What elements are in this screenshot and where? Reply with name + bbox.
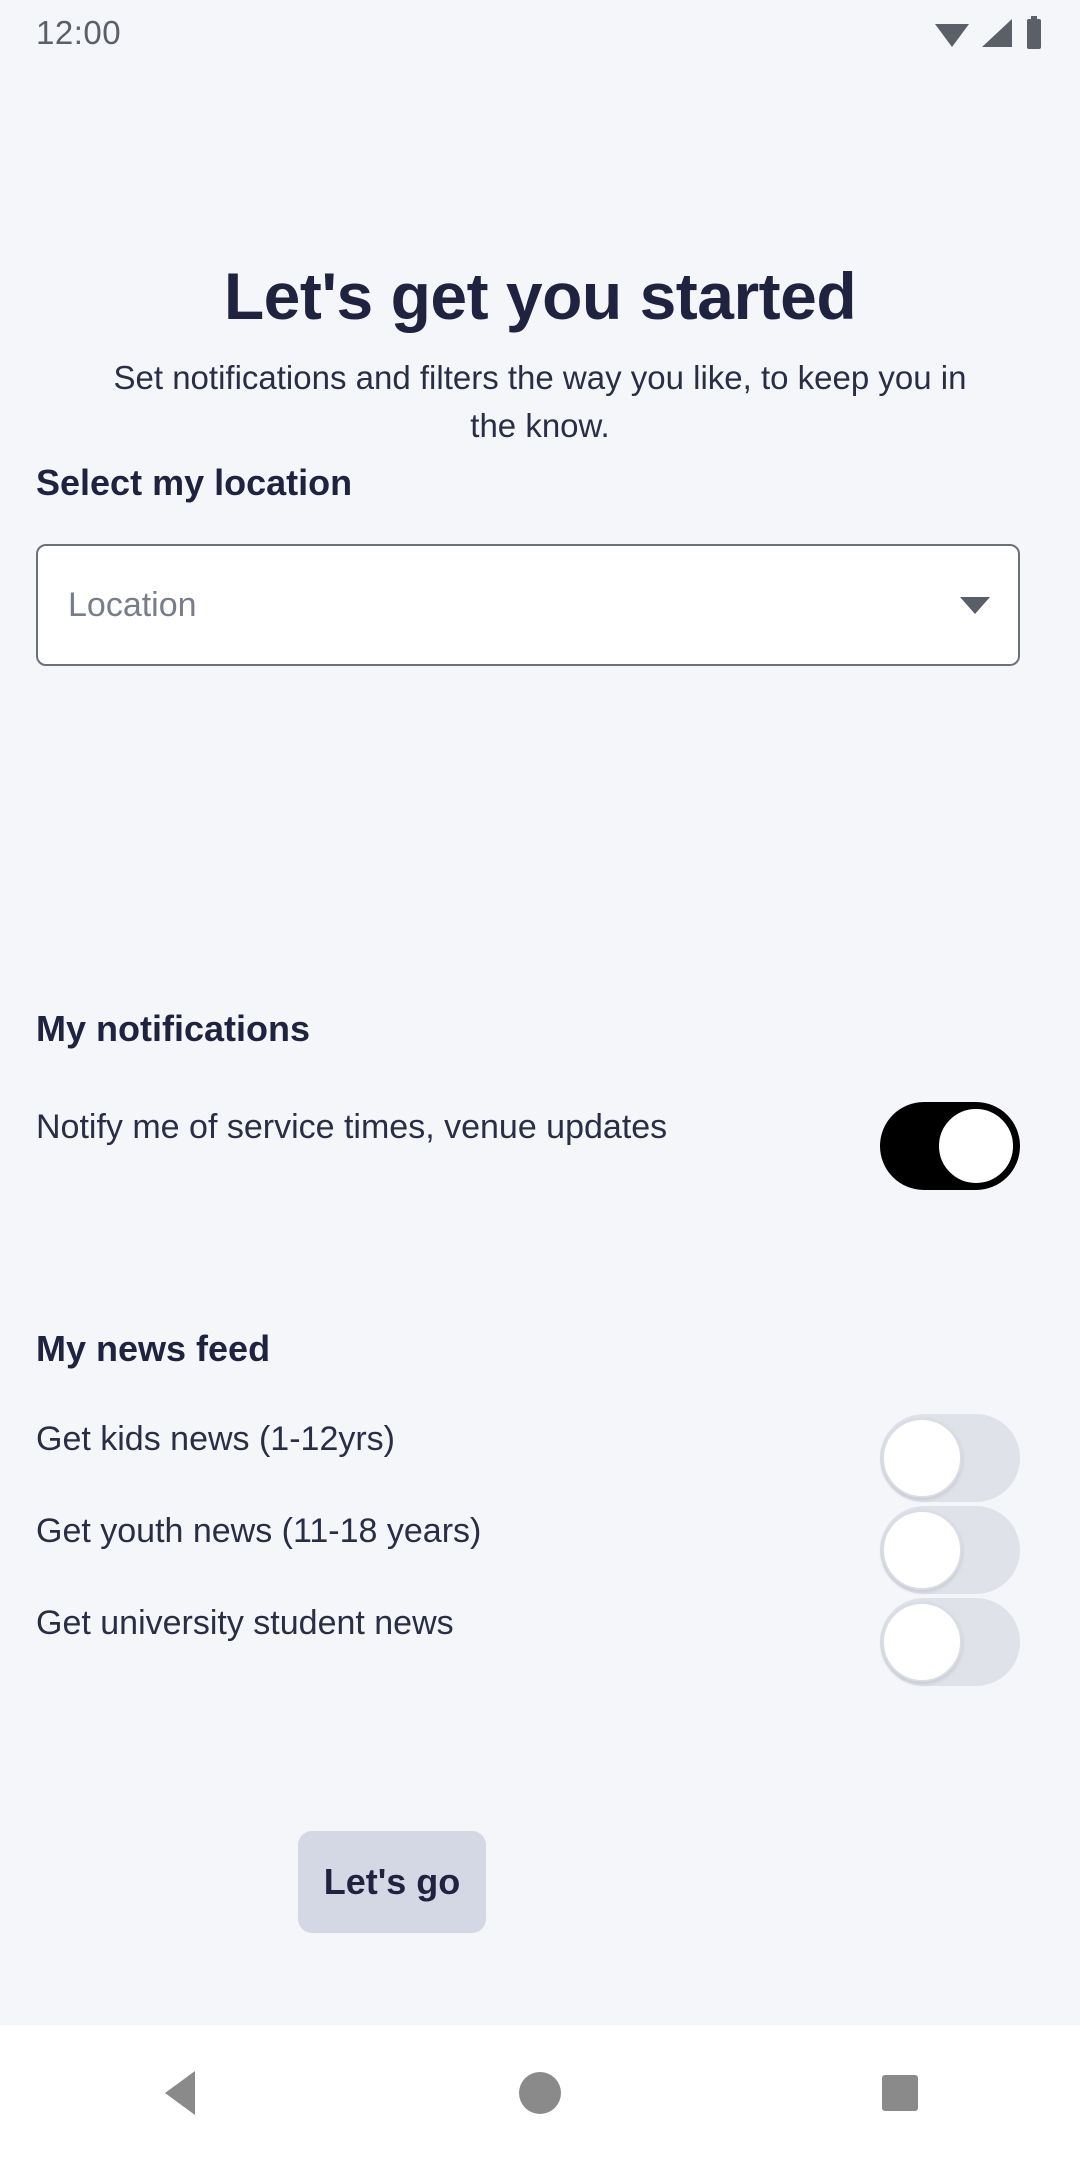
signal-icon bbox=[980, 17, 1014, 49]
setting-row-youth-news: Get youth news (11-18 years) bbox=[36, 1506, 1020, 1594]
nav-recents-button[interactable] bbox=[840, 2025, 960, 2160]
toggle-university-news[interactable] bbox=[880, 1598, 1020, 1686]
home-circle-icon bbox=[519, 2071, 561, 2114]
setting-label: Get kids news (1-12yrs) bbox=[36, 1420, 395, 1458]
nav-home-button[interactable] bbox=[480, 2025, 600, 2160]
wifi-icon bbox=[934, 17, 970, 49]
toggle-thumb bbox=[882, 1602, 962, 1682]
setting-row-service-times: Notify me of service times, venue update… bbox=[36, 1102, 1020, 1190]
setting-row-kids-news: Get kids news (1-12yrs) bbox=[36, 1414, 1020, 1502]
chevron-down-icon bbox=[960, 596, 990, 614]
toggle-thumb bbox=[882, 1418, 962, 1498]
status-bar-clock: 12:00 bbox=[36, 14, 122, 51]
setting-row-university-news: Get university student news bbox=[36, 1598, 1020, 1686]
status-bar-icons bbox=[934, 16, 1044, 50]
setting-label: Notify me of service times, venue update… bbox=[36, 1108, 668, 1146]
section-heading-news-feed: My news feed bbox=[36, 1328, 271, 1369]
back-triangle-icon bbox=[165, 2070, 195, 2115]
page-title: Let's get you started bbox=[223, 259, 857, 334]
battery-icon bbox=[1024, 16, 1044, 50]
lets-go-button[interactable]: Let's go bbox=[298, 1831, 486, 1933]
toggle-notify-service-times[interactable] bbox=[880, 1102, 1020, 1190]
toggle-kids-news[interactable] bbox=[880, 1414, 1020, 1502]
section-heading-notifications: My notifications bbox=[36, 1008, 311, 1049]
section-heading-location: Select my location bbox=[36, 462, 353, 503]
status-bar: 12:00 bbox=[0, 0, 1080, 66]
toggle-thumb bbox=[882, 1510, 962, 1590]
toggle-youth-news[interactable] bbox=[880, 1506, 1020, 1594]
setting-label: Get youth news (11-18 years) bbox=[36, 1512, 482, 1550]
recents-square-icon bbox=[882, 2074, 918, 2111]
toggle-thumb bbox=[936, 1106, 1016, 1186]
setting-label: Get university student news bbox=[36, 1604, 454, 1642]
nav-back-button[interactable] bbox=[120, 2025, 240, 2160]
location-dropdown[interactable]: Location bbox=[36, 544, 1020, 666]
android-navigation-bar bbox=[0, 2025, 1080, 2160]
location-dropdown-value: Location bbox=[68, 585, 197, 624]
onboarding-screen: Let's get you started Set notifications … bbox=[0, 66, 1080, 2025]
page-subtitle: Set notifications and filters the way yo… bbox=[113, 359, 967, 444]
